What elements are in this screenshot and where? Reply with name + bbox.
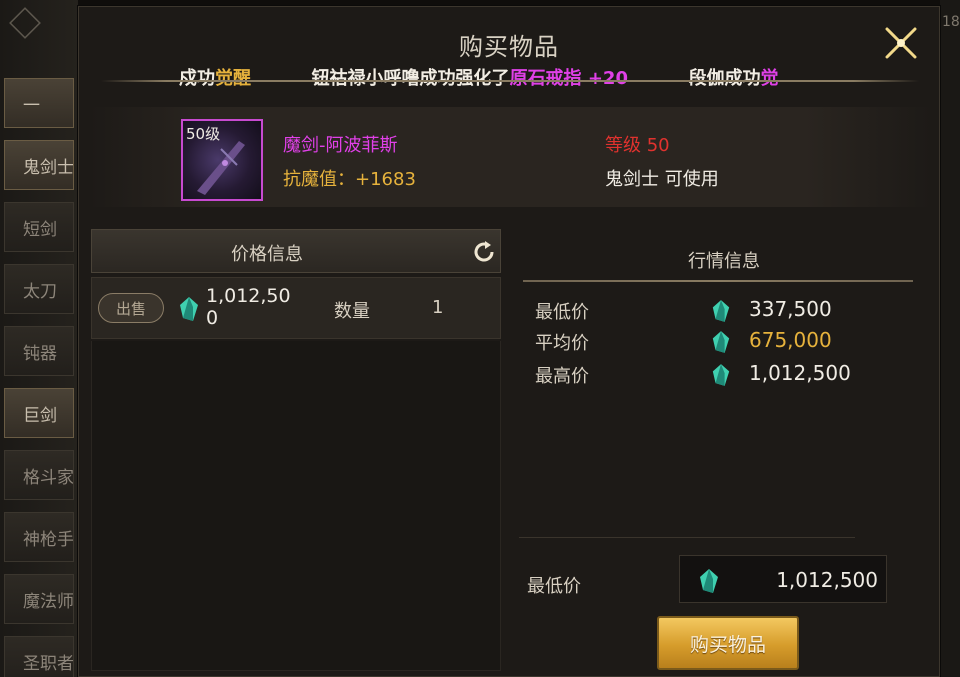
market-footer-divider [519,537,855,538]
item-class-req: 鬼剑士 可使用 [605,169,719,190]
gem-icon [178,296,200,326]
refresh-icon [474,241,494,262]
market-row-value: 337,500 [749,297,832,321]
announcement-ticker: 戍功觉醒 钮祜禄小呼噜成功强化了原石戒指 +20 段伽成功觉 [179,64,895,92]
market-row-label: 最低价 [535,302,589,323]
listing-list-area [91,341,501,671]
ticker-seg3: 段伽成功觉 [688,68,779,89]
price-info-header: 价格信息 [91,229,501,273]
market-row-label: 最高价 [535,366,589,387]
ticker-seg1: 戍功觉醒 [179,68,251,89]
buy-button[interactable]: 购买物品 [657,616,799,670]
market-divider [523,280,913,282]
sidebar-tab-dagger[interactable]: 短剑 [4,202,74,252]
close-icon [885,27,917,59]
gem-icon [711,330,731,358]
market-row-value: 1,012,500 [749,361,851,385]
sidebar-tab-slayer[interactable]: 鬼剑士 [4,140,74,190]
background-right-text: 183 [942,14,960,30]
sidebar-tab-minus[interactable]: 一 [4,78,74,128]
background-sidebar: 一 鬼剑士 短剑 太刀 钝器 巨剑 格斗家 神枪手 魔法师 圣职者 [0,0,78,677]
listing-row[interactable]: 出售 1,012,500 数量 1 [91,277,501,339]
ticker-seg2: 钮祜禄小呼噜成功强化了原石戒指 +20 [311,68,628,89]
sidebar-tab-fighter[interactable]: 格斗家 [4,450,74,500]
market-row-label: 平均价 [535,333,589,354]
buy-button-label: 购买物品 [689,633,766,656]
modal-title: 购买物品 [459,33,559,61]
sidebar-tab-priest[interactable]: 圣职者 [4,636,74,677]
item-level-badge: 50级 [186,125,221,143]
quantity-label: 数量 [334,301,370,322]
sidebar-tab-katana[interactable]: 太刀 [4,264,74,314]
gem-icon [698,568,720,598]
lowest-price-box: 1,012,500 [679,555,887,603]
sell-badge: 出售 [98,293,164,323]
item-icon[interactable]: 50级 [181,119,263,201]
game-logo-icon [9,7,41,39]
item-name: 魔剑-阿波菲斯 [283,135,398,156]
sidebar-tab-blunt[interactable]: 钝器 [4,326,74,376]
quantity-value: 1 [432,297,444,318]
lowest-price-value: 1,012,500 [776,568,878,592]
price-info-title: 价格信息 [231,244,303,265]
market-row-highest: 最高价 1,012,500 [535,359,915,389]
sidebar-tab-greatsword[interactable]: 巨剑 [4,388,74,438]
item-stat: 抗魔值：+1683 [283,169,416,190]
close-button[interactable] [881,23,921,63]
gem-icon [711,363,731,391]
sidebar-tab-gunner[interactable]: 神枪手 [4,512,74,562]
market-info-title: 行情信息 [688,251,760,272]
background-right: 183 [940,0,960,677]
refresh-button[interactable] [472,240,496,264]
lowest-price-label: 最低价 [527,576,581,597]
title-divider [101,80,919,82]
market-row-average: 平均价 675,000 [535,326,915,356]
purchase-modal: 购买物品 戍功觉醒 钮祜禄小呼噜成功强化了原石戒指 +20 段伽成功觉 50级 … [78,6,940,677]
market-row-value: 675,000 [749,328,832,352]
market-info-panel: 行情信息 最低价 337,500 平均价 675,000 最高价 1,012,5… [519,229,929,559]
listing-price: 1,012,500 [206,285,291,329]
item-level-req: 等级 50 [605,135,670,156]
sidebar-tab-mage[interactable]: 魔法师 [4,574,74,624]
gem-icon [711,299,731,327]
market-row-lowest: 最低价 337,500 [535,295,915,325]
